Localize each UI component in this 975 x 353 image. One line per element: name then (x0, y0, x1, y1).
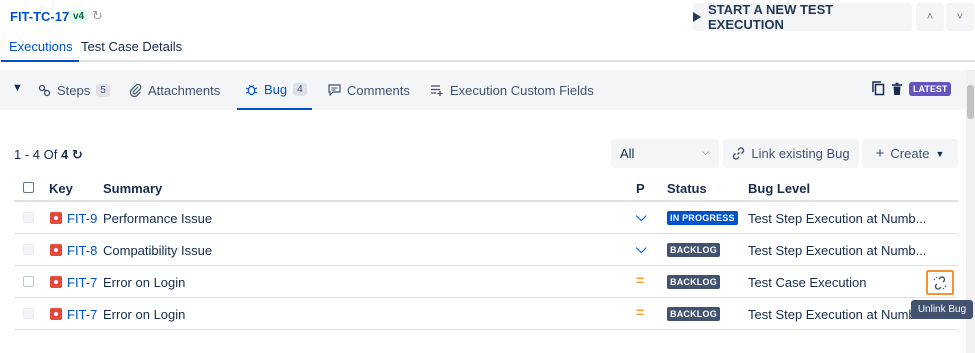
main-tabs: Executions Test Case Details (0, 34, 975, 62)
subtab-attachments-label: Attachments (148, 82, 221, 98)
subtab-execution-custom-fields[interactable]: Execution Custom Fields (430, 70, 594, 110)
status-badge: BACKLOG (667, 275, 720, 289)
header-status[interactable]: Status (667, 181, 707, 196)
subtab-comments-label: Comments (347, 82, 410, 98)
chevron-down-icon: ⌵ (702, 147, 709, 157)
status-badge: BACKLOG (667, 243, 720, 257)
bug-summary: Error on Login (103, 275, 186, 290)
bug-count: 4 (293, 82, 307, 96)
unlink-icon (933, 275, 947, 290)
bug-type-icon (50, 212, 62, 224)
link-existing-bug-button[interactable]: Link existing Bug (723, 139, 859, 168)
bug-level: Test Case Execution (748, 275, 867, 290)
sync-icon[interactable]: ↻ (92, 8, 103, 24)
priority-medium-icon: = (636, 304, 645, 320)
header-priority[interactable]: P (636, 181, 645, 196)
chevron-up-icon: ˄ (926, 11, 934, 23)
execution-subtabs: ▼ Steps 5 Attachments Bug 4 Comments Exe… (0, 70, 966, 110)
create-bug-label: Create (890, 146, 930, 161)
unlink-bug-button[interactable] (926, 270, 954, 295)
play-icon (693, 12, 701, 22)
steps-count: 5 (96, 83, 110, 97)
row-checkbox[interactable] (23, 276, 34, 287)
bug-summary: Error on Login (103, 307, 186, 322)
bug-summary: Performance Issue (103, 211, 213, 226)
header-summary[interactable]: Summary (103, 181, 162, 196)
bug-key-link[interactable]: FIT-7 (67, 307, 97, 322)
bug-key-link[interactable]: FIT-8 (67, 243, 97, 258)
row-checkbox (23, 244, 34, 255)
previous-button[interactable]: ˄ (916, 3, 944, 31)
start-test-execution-button[interactable]: START A NEW TEST EXECUTION (693, 2, 912, 32)
start-test-execution-label: START A NEW TEST EXECUTION (708, 2, 834, 32)
trash-icon[interactable] (891, 82, 903, 96)
tab-test-case-details[interactable]: Test Case Details (81, 39, 182, 54)
scrollbar-thumb[interactable] (967, 85, 974, 119)
subtab-steps-label: Steps (57, 82, 91, 98)
collapse-chevron-icon[interactable]: ▼ (12, 82, 23, 94)
bug-table: Key Summary P Status Bug Level FIT-9 Per… (14, 174, 958, 330)
header-bug-level[interactable]: Bug Level (748, 181, 810, 196)
subtab-bug[interactable]: Bug 4 (237, 70, 312, 110)
status-badge: IN PROGRESS (667, 211, 738, 225)
priority-low-icon: ⌵ (636, 208, 647, 224)
tab-executions[interactable]: Executions (1, 39, 79, 62)
chevron-down-icon: ▼ (935, 148, 945, 159)
bug-type-icon (50, 308, 62, 320)
copy-icon[interactable] (872, 81, 885, 96)
version-badge: v4 (69, 10, 89, 23)
table-row[interactable]: FIT-9 Performance Issue ⌵ IN PROGRESS Te… (14, 202, 958, 234)
bug-summary: Compatibility Issue (103, 243, 213, 258)
priority-low-icon: ⌵ (636, 240, 647, 256)
latest-badge: LATEST (909, 81, 952, 96)
row-checkbox (23, 308, 34, 319)
header-key[interactable]: Key (49, 181, 73, 196)
bug-key-link[interactable]: FIT-7 (67, 275, 97, 290)
subtab-bug-label: Bug (264, 81, 288, 97)
subtab-steps[interactable]: Steps 5 (38, 70, 110, 110)
status-badge: BACKLOG (667, 307, 720, 321)
subtab-comments[interactable]: Comments (328, 70, 410, 110)
paperclip-icon (130, 83, 142, 97)
bug-level: Test Step Execution at Numb... (748, 211, 927, 226)
subtab-attachments[interactable]: Attachments (130, 70, 220, 110)
bug-key-link[interactable]: FIT-9 (67, 211, 97, 226)
link-icon (733, 147, 745, 160)
refresh-icon[interactable]: ↻ (72, 147, 83, 162)
execution-actions: LATEST (872, 81, 952, 96)
link-existing-bug-label: Link existing Bug (751, 146, 850, 161)
bug-level: Test Step Execution at Numb... (748, 307, 927, 322)
paging-total: 4 (61, 147, 69, 162)
paging-of: Of (43, 147, 58, 162)
bug-type-icon (50, 276, 62, 288)
bug-type-icon (50, 244, 62, 256)
table-row[interactable]: FIT-7 Error on Login = BACKLOG Test Case… (14, 266, 958, 298)
steps-icon (38, 84, 51, 96)
bug-filter-value: All (620, 146, 635, 161)
test-case-header: FIT-TC-17 v4 ↻ START A NEW TEST EXECUTIO… (0, 0, 975, 34)
unlink-bug-tooltip: Unlink Bug (911, 300, 973, 319)
create-bug-button[interactable]: + Create ▼ (862, 139, 958, 168)
test-case-key[interactable]: FIT-TC-17 (10, 9, 69, 24)
bug-level: Test Step Execution at Numb... (748, 243, 927, 258)
select-all-checkbox[interactable] (23, 182, 34, 193)
plus-icon: + (875, 145, 885, 162)
bug-tab-icon (245, 84, 258, 95)
comment-icon (328, 84, 341, 96)
bug-filter-select[interactable]: All ⌵ (611, 139, 719, 168)
table-row[interactable]: FIT-8 Compatibility Issue ⌵ BACKLOG Test… (14, 234, 958, 266)
subtab-execution-custom-fields-label: Execution Custom Fields (450, 82, 594, 98)
paging-range: 1 - 4 (14, 147, 41, 162)
pagination-summary: 1 - 4 Of 4 ↻ (14, 147, 83, 163)
custom-fields-icon (431, 85, 443, 96)
table-row[interactable]: FIT-7 Error on Login = BACKLOG Test Step… (14, 298, 958, 330)
chevron-down-icon: ˅ (956, 11, 964, 23)
table-header: Key Summary P Status Bug Level (14, 174, 958, 202)
next-button[interactable]: ˅ (946, 3, 974, 31)
priority-medium-icon: = (636, 272, 645, 288)
row-checkbox (23, 212, 34, 223)
